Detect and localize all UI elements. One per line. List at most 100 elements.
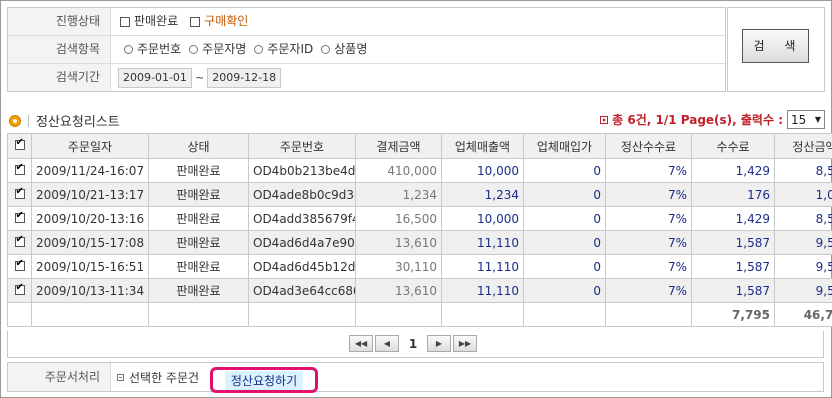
square-bullet-icon: [117, 373, 124, 381]
order-number[interactable]: OD4ad3e64cc6803: [248, 278, 356, 303]
settlement-table: ✔ 주문일자 상태 주문번호 결제금액 업체매출액 업체매입가 정산수수료 수수…: [7, 133, 832, 327]
settle-fee-rate: 7%: [605, 158, 692, 183]
arrow-icon: [600, 115, 609, 124]
row-checkbox[interactable]: ✔: [7, 158, 32, 183]
radio-order-number-label: 주문번호: [137, 42, 182, 56]
radio-orderer-id[interactable]: [254, 45, 264, 54]
divider: [28, 114, 29, 127]
radio-product-name[interactable]: [321, 45, 331, 54]
search-panel: 진행상태 판매완료 구매확인 검색항목 주문번호 주문자명 주문자ID 상품명 …: [7, 7, 726, 92]
page-size-value: 15: [791, 112, 807, 127]
col-header: 정산수수료: [605, 133, 692, 159]
payment-amount: 16,500: [355, 206, 442, 231]
vendor-sales: 1,234: [441, 182, 524, 207]
current-page[interactable]: 1: [401, 337, 425, 351]
col-header: 업체매입가: [523, 133, 606, 159]
row-checkbox[interactable]: ✔: [7, 254, 32, 279]
vendor-sales: 11,110: [441, 230, 524, 255]
checked-icon[interactable]: ✔: [14, 282, 25, 295]
row-checkbox[interactable]: ✔: [7, 230, 32, 255]
totals-row: 7,795 46,769: [7, 302, 832, 327]
radio-orderer-id-label: 주문자ID: [267, 42, 314, 56]
table-header-row: ✔ 주문일자 상태 주문번호 결제금액 업체매출액 업체매입가 정산수수료 수수…: [7, 133, 832, 159]
status-row: 진행상태 판매완료 구매확인: [8, 8, 725, 36]
field-row: 검색항목 주문번호 주문자명 주문자ID 상품명: [8, 36, 725, 64]
payment-amount: 1,234: [355, 182, 442, 207]
search-button[interactable]: 검 색: [742, 29, 809, 63]
list-header: 정산요청리스트: [9, 111, 120, 130]
settle-fee-rate: 7%: [605, 230, 692, 255]
row-checkbox[interactable]: ✔: [7, 278, 32, 303]
status-sold-checkbox[interactable]: 판매완료: [120, 8, 178, 35]
checkbox-icon[interactable]: [190, 16, 201, 27]
search-button-area: 검 색: [727, 7, 825, 92]
order-status: 판매완료: [148, 278, 249, 303]
checked-icon[interactable]: ✔: [14, 210, 25, 223]
selected-orders-label: 선택한 주문건: [129, 370, 200, 385]
next-page-button[interactable]: ▶: [427, 335, 451, 352]
pager-bar: ◀◀ ◀ 1 ▶ ▶▶: [7, 331, 824, 358]
vendor-purchase: 0: [523, 182, 606, 207]
col-header: 주문일자: [31, 133, 149, 159]
checkbox-icon[interactable]: [120, 16, 130, 27]
table-row: ✔ 2009/10/15-17:08판매완료OD4ad6d4a7e909c13,6…: [7, 230, 832, 255]
settlement-request-label: 정산요청하기: [224, 370, 304, 390]
radio-orderer-name[interactable]: [189, 45, 199, 54]
order-number[interactable]: OD4b0b213be4d6a: [248, 158, 356, 183]
settle-amount: 9,523: [774, 278, 832, 303]
col-header: 상태: [148, 133, 249, 159]
settle-amount: 9,523: [774, 230, 832, 255]
checked-icon[interactable]: ✔: [14, 234, 25, 247]
status-confirmed-label: 구매확인: [204, 14, 249, 28]
payment-amount: 13,610: [355, 230, 442, 255]
fee-amount: 1,587: [691, 230, 775, 255]
select-all-checkbox[interactable]: ✔: [7, 133, 32, 159]
order-number[interactable]: OD4ad6d45b12d3c: [248, 254, 356, 279]
order-status: 판매완료: [148, 206, 249, 231]
col-header: 주문번호: [248, 133, 356, 159]
settle-amount: 8,571: [774, 158, 832, 183]
checked-icon[interactable]: ✔: [14, 137, 25, 150]
order-status: 판매완료: [148, 158, 249, 183]
prev-page-button[interactable]: ◀: [375, 335, 399, 352]
fee-amount: 1,429: [691, 206, 775, 231]
page-size-select[interactable]: 15 ▼: [787, 110, 825, 129]
date-from-input[interactable]: [118, 67, 192, 88]
radio-orderer-name-label: 주문자명: [202, 42, 247, 56]
status-confirmed-checkbox[interactable]: 구매확인: [190, 8, 248, 35]
checked-icon[interactable]: ✔: [14, 162, 25, 175]
table-row: ✔2009/10/21-13:17판매완료OD4ade8b0c9d3881,23…: [7, 182, 832, 207]
order-date: 2009/10/13-11:34: [31, 278, 149, 303]
settle-fee-rate: 7%: [605, 182, 692, 207]
vendor-purchase: 0: [523, 254, 606, 279]
row-checkbox[interactable]: ✔: [7, 206, 32, 231]
order-status: 판매완료: [148, 254, 249, 279]
total-fee: 7,795: [691, 302, 775, 327]
order-action-bar: 주문서처리 선택한 주문건 정산요청하기: [7, 362, 824, 393]
col-header: 결제금액: [355, 133, 442, 159]
settle-fee-rate: 7%: [605, 278, 692, 303]
order-number[interactable]: OD4ade8b0c9d388: [248, 182, 356, 207]
vendor-sales: 10,000: [441, 158, 524, 183]
list-title: 정산요청리스트: [36, 115, 120, 130]
settle-amount: 8,571: [774, 206, 832, 231]
order-date: 2009/11/24-16:07: [31, 158, 149, 183]
radio-order-number[interactable]: [124, 45, 133, 54]
checked-icon[interactable]: ✔: [14, 258, 25, 271]
table-row: ✔ 2009/10/15-16:51판매완료OD4ad6d45b12d3c30,1…: [7, 254, 832, 279]
last-page-button[interactable]: ▶▶: [453, 335, 477, 352]
settlement-request-button[interactable]: 정산요청하기: [210, 367, 318, 393]
checked-icon[interactable]: ✔: [14, 186, 25, 199]
date-to-input[interactable]: [207, 67, 282, 88]
order-number[interactable]: OD4add385679f4f: [248, 206, 356, 231]
status-label: 진행상태: [8, 8, 111, 35]
vendor-sales: 11,110: [441, 278, 524, 303]
order-date: 2009/10/15-16:51: [31, 254, 149, 279]
row-checkbox[interactable]: ✔: [7, 182, 32, 207]
fee-amount: 176: [691, 182, 775, 207]
first-page-button[interactable]: ◀◀: [349, 335, 373, 352]
order-number[interactable]: OD4ad6d4a7e909c: [248, 230, 356, 255]
settle-fee-rate: 7%: [605, 206, 692, 231]
order-status: 판매완료: [148, 182, 249, 207]
settle-amount: 9,523: [774, 254, 832, 279]
